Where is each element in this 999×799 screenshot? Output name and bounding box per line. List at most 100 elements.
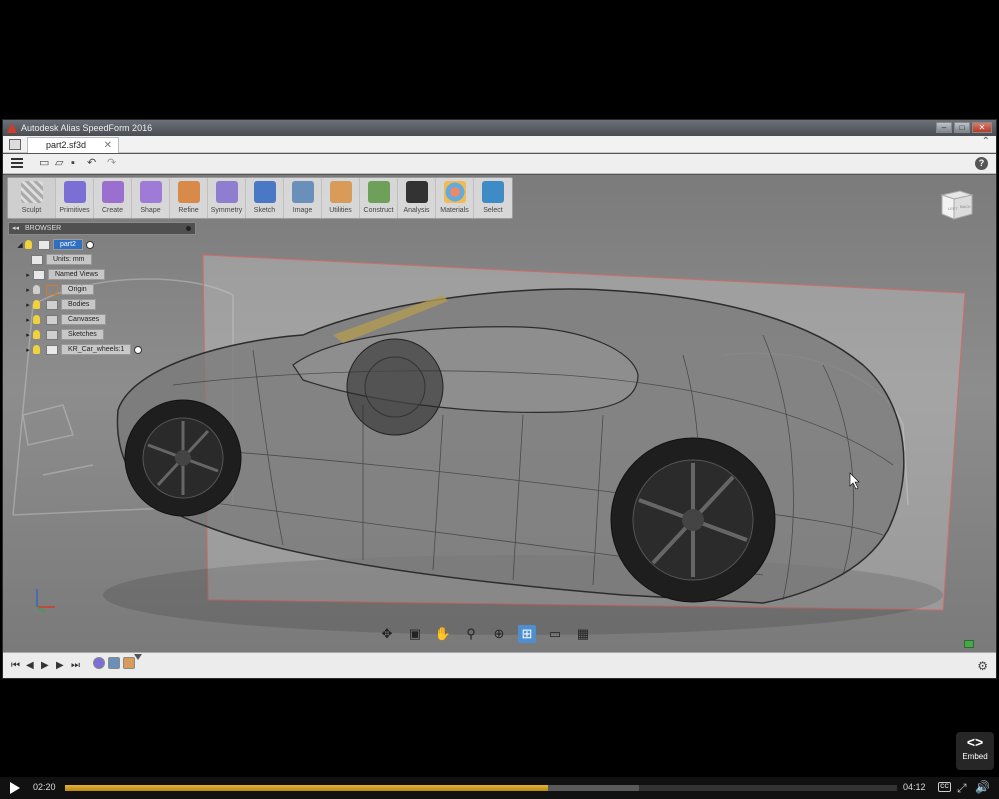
document-tab-label: part2.sf3d: [46, 140, 87, 150]
orbit-icon[interactable]: ✥: [378, 625, 396, 643]
progress-bar[interactable]: [65, 785, 897, 791]
gear-icon[interactable]: ⚙: [977, 659, 988, 673]
close-button[interactable]: ✕: [972, 122, 992, 133]
display-settings-icon[interactable]: ▭: [546, 625, 564, 643]
materials-menu[interactable]: Materials: [436, 178, 474, 218]
sculpt-tool[interactable]: Sculpt: [8, 178, 56, 218]
look-at-icon[interactable]: ▣: [406, 625, 424, 643]
3d-viewport[interactable]: Sculpt Primitives Create Shape Refine Sy…: [3, 175, 996, 652]
document-tab[interactable]: part2.sf3d ✕: [27, 137, 119, 153]
play-timeline-icon[interactable]: ▶: [41, 660, 49, 671]
shape-label: Shape: [140, 207, 161, 214]
image-menu[interactable]: Image: [284, 178, 322, 218]
timeline-marker-icon[interactable]: [134, 654, 142, 660]
play-icon[interactable]: [10, 782, 20, 794]
help-icon[interactable]: ?: [975, 157, 988, 170]
undo-icon[interactable]: ↶: [87, 158, 98, 169]
expand-arrow-icon[interactable]: ▸: [23, 346, 33, 354]
timeline-feature-icon[interactable]: [93, 657, 105, 669]
collapse-arrow-icon[interactable]: ◢: [15, 241, 25, 249]
redo-icon[interactable]: ↷: [107, 158, 118, 169]
viewcube[interactable]: LEFT BACK: [938, 185, 976, 223]
go-to-end-icon[interactable]: ⏭: [71, 660, 80, 671]
new-file-icon[interactable]: ▭: [39, 158, 50, 169]
sculpt-label: Sculpt: [21, 207, 42, 214]
fit-icon[interactable]: ⊕: [490, 625, 508, 643]
expand-arrow-icon[interactable]: ▸: [23, 301, 33, 309]
browser-pin-icon[interactable]: [186, 226, 191, 231]
analysis-menu[interactable]: Analysis: [398, 178, 436, 218]
zoom-icon[interactable]: ⚲: [462, 625, 480, 643]
tree-node-named-views[interactable]: ▸ Named Views: [15, 267, 142, 282]
image-label: Image: [292, 207, 313, 214]
app-menu-icon[interactable]: [9, 139, 21, 150]
component-icon: [46, 344, 58, 355]
create-menu[interactable]: Create: [94, 178, 132, 218]
expand-arrow-icon[interactable]: ▸: [23, 316, 33, 324]
status-indicator-icon[interactable]: [964, 640, 974, 648]
visibility-bulb-icon[interactable]: [33, 315, 40, 324]
analysis-icon: [405, 181, 428, 203]
embed-button[interactable]: <> Embed: [956, 732, 994, 770]
title-bar: Autodesk Alias SpeedForm 2016 – □ ✕: [3, 120, 996, 136]
player-controls: 02:20 04:12 CC ⤢ 🔊: [0, 777, 999, 799]
tree-node-canvases[interactable]: ▸ Canvases: [15, 312, 142, 327]
shape-menu[interactable]: Shape: [132, 178, 170, 218]
visibility-bulb-icon[interactable]: [33, 285, 40, 294]
chevron-up-icon[interactable]: ⌃: [982, 136, 990, 147]
visibility-bulb-icon[interactable]: [33, 300, 40, 309]
expand-arrow-icon[interactable]: ▸: [23, 331, 33, 339]
active-radio-icon[interactable]: [85, 240, 94, 249]
units-label: Units: mm: [46, 254, 92, 265]
speedform-app-window: Autodesk Alias SpeedForm 2016 – □ ✕ part…: [2, 119, 997, 679]
open-folder-icon[interactable]: ▱: [55, 158, 66, 169]
viewcube-left-label: LEFT: [948, 206, 958, 211]
tree-root[interactable]: ◢ part2: [15, 237, 142, 252]
browser-panel-header[interactable]: ◂◂ BROWSER: [8, 222, 196, 235]
timeline-feature-icon[interactable]: [108, 657, 120, 669]
tree-node-sketches[interactable]: ▸ Sketches: [15, 327, 142, 342]
bodies-label: Bodies: [61, 299, 97, 310]
utilities-menu[interactable]: Utilities: [322, 178, 360, 218]
embed-label: Embed: [962, 752, 988, 761]
select-menu[interactable]: Select: [474, 178, 512, 218]
refine-menu[interactable]: Refine: [170, 178, 208, 218]
primitives-menu[interactable]: Primitives: [56, 178, 94, 218]
expand-arrow-icon[interactable]: ▸: [23, 271, 33, 279]
tree-node-units[interactable]: Units: mm: [15, 252, 142, 267]
maximize-button[interactable]: □: [954, 122, 970, 133]
visibility-bulb-icon[interactable]: [25, 240, 32, 249]
tree-node-car-wheels[interactable]: ▸ KR_Car_wheels:1: [15, 342, 143, 357]
symmetry-label: Symmetry: [210, 207, 243, 214]
cube-icon: [63, 181, 86, 203]
step-back-icon[interactable]: ◀: [26, 660, 34, 671]
tree-node-bodies[interactable]: ▸ Bodies: [15, 297, 142, 312]
visibility-bulb-icon[interactable]: [33, 330, 40, 339]
select-icon: [482, 181, 504, 203]
activate-radio-icon[interactable]: [134, 345, 143, 354]
analysis-label: Analysis: [403, 207, 430, 214]
expand-arrow-icon[interactable]: ▸: [23, 286, 33, 294]
save-icon[interactable]: ▪: [71, 158, 82, 169]
go-to-start-icon[interactable]: ⏮: [11, 660, 20, 671]
visibility-bulb-icon[interactable]: [33, 345, 40, 354]
minimize-button[interactable]: –: [936, 122, 952, 133]
fullscreen-icon[interactable]: ⤢: [957, 781, 967, 796]
played-bar: [65, 785, 548, 791]
viewports-icon[interactable]: ⊞: [518, 625, 536, 643]
step-forward-icon[interactable]: ▶: [56, 660, 64, 671]
origin-label: Origin: [61, 284, 94, 295]
menu-icon[interactable]: [11, 158, 23, 168]
car-wheels-label: KR_Car_wheels:1: [61, 344, 132, 355]
collapse-browser-icon[interactable]: ◂◂: [12, 223, 19, 234]
volume-icon[interactable]: 🔊: [975, 780, 990, 794]
captions-icon[interactable]: CC: [938, 782, 951, 792]
pan-hand-icon[interactable]: ✋: [434, 625, 452, 643]
quick-access-toolbar: ▭ ▱ ▪ ↶ ↷ ?: [3, 154, 996, 174]
construct-menu[interactable]: Construct: [360, 178, 398, 218]
symmetry-menu[interactable]: Symmetry: [208, 178, 246, 218]
sketch-menu[interactable]: Sketch: [246, 178, 284, 218]
tab-close-icon[interactable]: ✕: [104, 138, 112, 153]
grid-icon[interactable]: ▦: [574, 625, 592, 643]
tree-node-origin[interactable]: ▸ Origin: [15, 282, 142, 297]
